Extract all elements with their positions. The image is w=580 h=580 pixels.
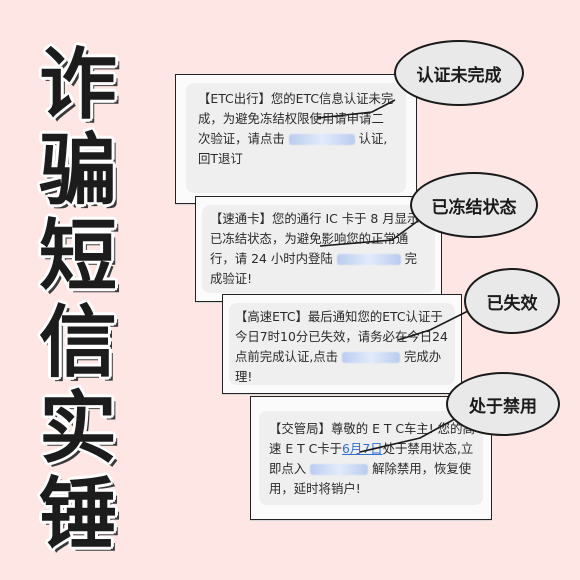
callout-bubble-frozen: 已冻结状态 xyxy=(410,172,538,238)
masked-link[interactable] xyxy=(336,254,401,265)
callout-bubble-disabled: 处于禁用 xyxy=(446,372,560,436)
headline-char: 实 xyxy=(38,384,117,474)
sms-message: 【高速ETC】最后通知您的ETC认证于今日7时10分已失效，请务必在今日24点前… xyxy=(235,309,448,384)
masked-link[interactable] xyxy=(342,352,401,363)
callout-bubble-expired: 已失效 xyxy=(464,268,560,334)
headline-char: 锤 xyxy=(38,470,117,560)
headline-char: 诈 xyxy=(38,40,117,130)
headline-char: 信 xyxy=(38,298,117,388)
sms-card-speed-pass: 【速通卡】您的通行 IC 卡于 8 月显示已冻结状态，为避免影响您的正常通行，请… xyxy=(195,196,442,302)
headline-char: 短 xyxy=(38,212,117,302)
masked-link[interactable] xyxy=(310,464,369,475)
headline-char: 骗 xyxy=(38,126,117,216)
sms-message: 【速通卡】您的通行 IC 卡于 8 月显示已冻结状态，为避免影响您的正常通行，请… xyxy=(210,211,420,286)
headline: 诈 骗 短 信 实 锤 xyxy=(6,42,150,558)
date-link[interactable]: 6月7日 xyxy=(342,441,383,456)
masked-link[interactable] xyxy=(288,134,355,145)
poster: 诈 骗 短 信 实 锤 【ETC出行】您的ETC信息认证未完成，为避免冻结权限使… xyxy=(0,0,580,580)
sms-message: 【ETC出行】您的ETC信息认证未完成，为避免冻结权限使用请申请二次验证，请点击… xyxy=(198,91,394,166)
sms-card-etc-travel: 【ETC出行】您的ETC信息认证未完成，为避免冻结权限使用请申请二次验证，请点击… xyxy=(175,74,417,204)
callout-bubble-unverified: 认证未完成 xyxy=(394,40,524,106)
sms-message: 【交管局】尊敬的 E T C车主! 您的高速 E T C卡于6月7日处于禁用状态… xyxy=(269,421,475,496)
sms-card-highway-etc: 【高速ETC】最后通知您的ETC认证于今日7时10分已失效，请务必在今日24点前… xyxy=(222,294,462,394)
